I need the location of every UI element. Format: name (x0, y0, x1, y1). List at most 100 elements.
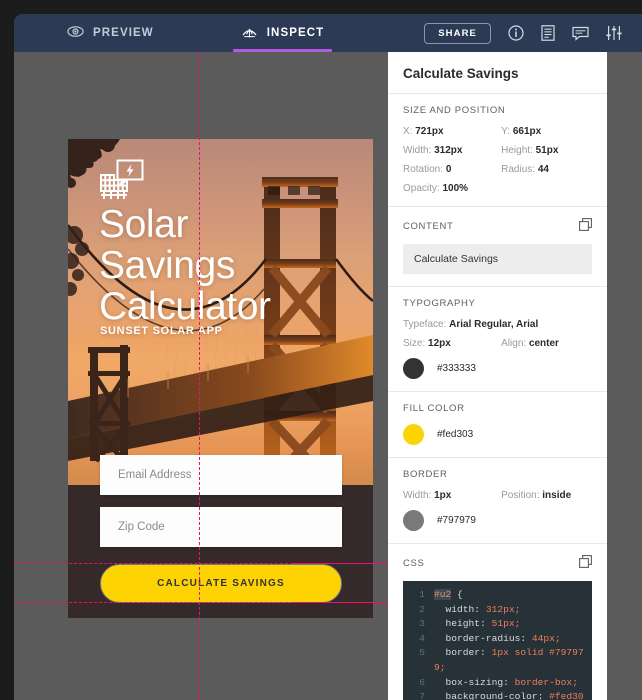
section-content: CONTENT Calculate Savings (388, 206, 607, 286)
app-root: PREVIEW INSPECT SHARE Solar Savings Calc… (0, 0, 642, 700)
width-label: Width: (403, 145, 432, 156)
share-button[interactable]: SHARE (424, 22, 491, 44)
field-opacity: Opacity: 100% (403, 183, 501, 194)
typography-color: #333333 (403, 358, 592, 379)
css-line-number: 1 (419, 589, 425, 600)
app-window: PREVIEW INSPECT SHARE Solar Savings Calc… (14, 14, 642, 700)
hero-title-line-2: Savings (99, 244, 235, 287)
height-label: Height: (501, 145, 533, 156)
email-field[interactable]: Email Address (100, 455, 342, 495)
css-line-text: #u2 { (434, 589, 463, 600)
field-align: Align: center (501, 338, 592, 349)
row-typeface: Typeface: Arial Regular, Arial (403, 319, 592, 330)
border-position-label: Position: (501, 490, 540, 501)
copy-icon[interactable] (579, 218, 592, 234)
section-fill-color-heading: FILL COLOR (403, 403, 465, 414)
field-x: X: 721px (403, 126, 501, 137)
section-content-heading: CONTENT (403, 218, 592, 234)
height-value: 51px (535, 145, 559, 156)
field-width: Width: 312px (403, 145, 501, 156)
content-heading-label: CONTENT (403, 220, 454, 232)
row-x-y: X: 721px Y: 661px (403, 126, 592, 137)
hero-subtitle: SUNSET SOLAR APP (100, 325, 223, 337)
css-code-line: 6 box-sizing: border-box; (403, 676, 592, 691)
css-line-number: 2 (419, 603, 425, 615)
y-value: 661px (512, 126, 542, 137)
section-border-heading: BORDER (403, 469, 448, 480)
field-radius: Radius: 44 (501, 164, 592, 175)
css-line-number: 7 (419, 691, 425, 700)
css-code-line: 7 background-color: #fed303; (403, 690, 592, 700)
toolbar-tabs: PREVIEW INSPECT (14, 14, 340, 52)
row-size-align: Size: 12px Align: center (403, 338, 592, 349)
css-line-text: border-radius: 44px; (434, 632, 561, 644)
document-icon[interactable] (541, 25, 555, 41)
comment-icon[interactable] (572, 26, 589, 41)
field-font-size: Size: 12px (403, 338, 501, 349)
typography-color-hex: #333333 (437, 363, 476, 374)
typography-color-swatch[interactable] (403, 358, 424, 379)
zip-field[interactable]: Zip Code (100, 507, 342, 547)
field-border-width: Width: 1px (403, 490, 501, 501)
field-y: Y: 661px (501, 126, 592, 137)
inspector-panel: Calculate Savings SIZE AND POSITION X: 7… (388, 52, 607, 700)
typeface-label: Typeface: (403, 319, 447, 330)
calculate-savings-button[interactable]: CALCULATE SAVINGS (100, 564, 342, 603)
email-field-placeholder: Email Address (118, 469, 192, 481)
fill-color-row: #fed303 (403, 424, 592, 445)
css-code-line: 5 border: 1px solid #797979; (403, 646, 592, 675)
section-size-position-heading: SIZE AND POSITION (403, 105, 506, 116)
border-position-value: inside (542, 490, 572, 501)
field-typeface: Typeface: Arial Regular, Arial (403, 319, 592, 330)
x-value: 721px (415, 126, 444, 137)
tab-preview[interactable]: PREVIEW (51, 14, 170, 52)
radius-value: 44 (537, 164, 549, 175)
css-code-line: 4 border-radius: 44px; (403, 632, 592, 647)
typeface-value: Arial Regular, Arial (449, 319, 539, 330)
section-fill-color: FILL COLOR #fed303 (388, 391, 607, 457)
css-line-text: border: 1px solid #797979; (434, 647, 584, 673)
css-line-number: 5 (419, 647, 425, 659)
css-code-block[interactable]: 1 #u2 {2 width: 312px; 3 height: 51px; 4 bo… (403, 581, 592, 700)
opacity-value: 100% (442, 183, 469, 194)
info-icon[interactable] (508, 25, 524, 41)
field-border-position: Position: inside (501, 490, 592, 501)
css-line-number: 4 (419, 632, 425, 644)
tab-inspect-label: INSPECT (266, 27, 325, 39)
design-canvas[interactable]: Solar Savings Calculator SUNSET SOLAR AP… (14, 52, 388, 700)
fill-color-swatch[interactable] (403, 424, 424, 445)
x-label: X: (403, 126, 413, 137)
copy-icon[interactable] (579, 555, 592, 571)
tab-inspect[interactable]: INSPECT (225, 14, 341, 52)
eye-icon (67, 26, 84, 40)
font-size-value: 12px (428, 338, 451, 349)
artboard-phone-mockup[interactable]: Solar Savings Calculator SUNSET SOLAR AP… (68, 139, 373, 618)
css-line-number: 6 (419, 676, 425, 688)
section-typography-heading: TYPOGRAPHY (403, 298, 476, 309)
content-value[interactable]: Calculate Savings (403, 244, 592, 274)
y-label: Y: (501, 126, 511, 137)
border-width-label: Width: (403, 490, 432, 501)
align-value: center (528, 338, 559, 349)
font-size-label: Size: (403, 338, 426, 349)
css-line-text: height: 51px; (434, 618, 521, 630)
css-line-text: box-sizing: border-box; (434, 676, 578, 688)
border-color-row: #797979 (403, 510, 592, 531)
hero-title-line-1: Solar (99, 203, 189, 246)
fill-color-hex: #fed303 (437, 429, 474, 440)
toolbar: PREVIEW INSPECT SHARE (14, 14, 642, 52)
align-label: Align: (501, 338, 527, 349)
toolbar-actions: SHARE (424, 22, 642, 44)
hero-image: Solar Savings Calculator SUNSET SOLAR AP… (68, 139, 373, 485)
row-rotation-radius: Rotation: 0 Radius: 44 (403, 164, 592, 175)
panel-title: Calculate Savings (403, 66, 519, 81)
row-opacity: Opacity: 100% (403, 183, 592, 194)
section-css: CSS 1 #u2 {2 width: 312px; 3 height: 51px;… (388, 543, 607, 700)
row-width-height: Width: 312px Height: 51px (403, 145, 592, 156)
sliders-icon[interactable] (606, 25, 622, 41)
border-color-swatch[interactable] (403, 510, 424, 531)
row-border: Width: 1px Position: inside (403, 490, 592, 501)
zip-field-placeholder: Zip Code (118, 521, 165, 533)
rotation-value: 0 (445, 164, 452, 175)
